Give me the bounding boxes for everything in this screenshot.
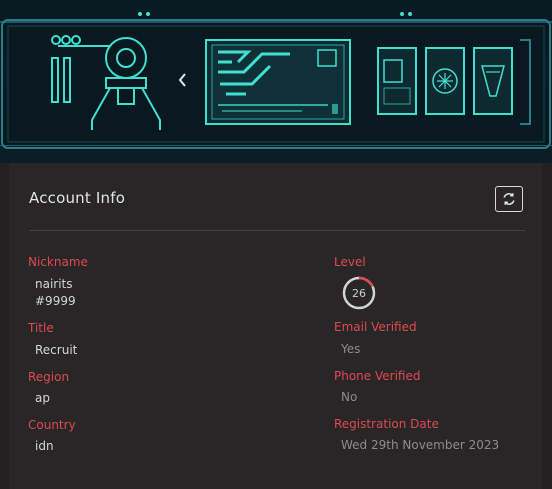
- level-label: Level: [334, 255, 366, 269]
- region-value: ap: [35, 391, 50, 405]
- divider: [29, 230, 525, 231]
- account-info-card: Account Info Nickname nairits #9999 Titl…: [9, 163, 542, 489]
- registration-date-label: Registration Date: [334, 417, 439, 431]
- title-value: Recruit: [35, 343, 78, 357]
- registration-date-value: Wed 29th November 2023: [341, 438, 500, 452]
- refresh-button[interactable]: [495, 186, 523, 212]
- player-card-banner: [0, 0, 552, 163]
- title-label: Title: [28, 321, 54, 335]
- phone-verified-label: Phone Verified: [334, 369, 421, 383]
- section-title: Account Info: [29, 189, 126, 207]
- nickname-value: nairits: [35, 277, 73, 291]
- email-verified-value: Yes: [341, 342, 361, 356]
- level-value: 26: [352, 286, 366, 300]
- refresh-icon: [503, 193, 515, 205]
- banner-art: [0, 0, 552, 163]
- phone-verified-value: No: [341, 390, 358, 404]
- country-value: idn: [35, 439, 54, 453]
- nickname-label: Nickname: [28, 255, 88, 269]
- region-label: Region: [28, 370, 70, 384]
- email-verified-label: Email Verified: [334, 320, 417, 334]
- nickname-tag: #9999: [35, 294, 76, 308]
- level-gauge: 26: [341, 275, 377, 311]
- country-label: Country: [28, 418, 76, 432]
